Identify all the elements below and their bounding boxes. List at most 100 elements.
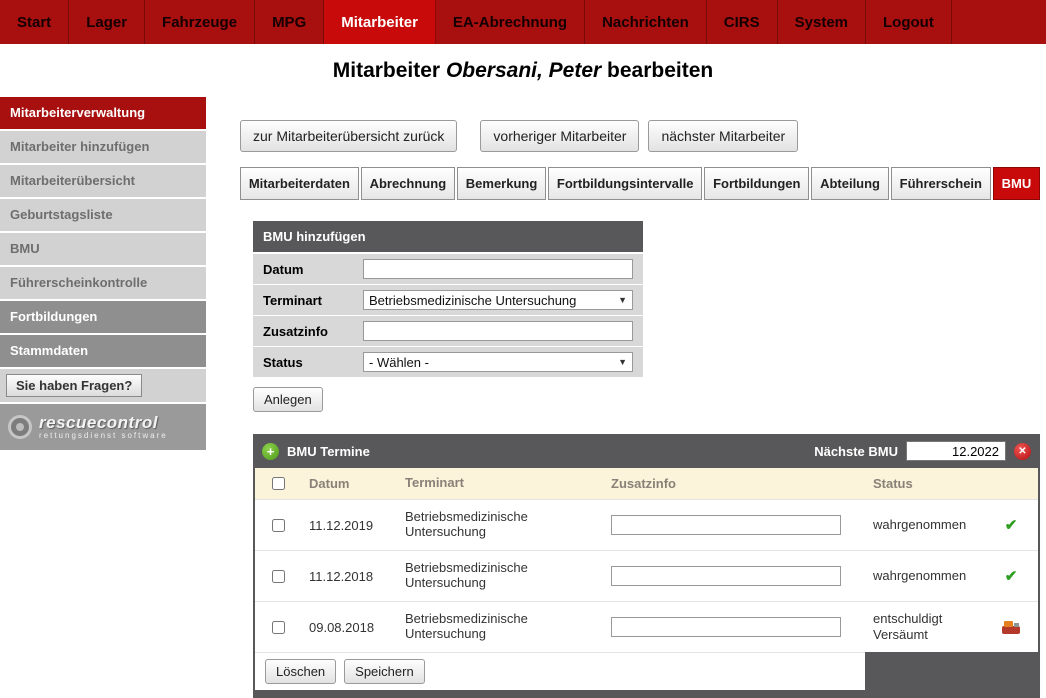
nav-item-logout[interactable]: Logout: [866, 0, 952, 44]
col-header-datum: Datum: [309, 476, 350, 491]
form-title: BMU hinzufügen: [253, 221, 643, 252]
table-footer: Löschen Speichern: [255, 652, 1038, 690]
nav-item-start[interactable]: Start: [0, 0, 70, 44]
sidebar-item-mitarbeiterverwaltung[interactable]: Mitarbeiterverwaltung: [0, 97, 206, 129]
tab-fuehrerschein[interactable]: Führerschein: [890, 167, 991, 200]
col-header-terminart: Terminart: [405, 475, 464, 491]
terminart-select[interactable]: Betriebsmedizinische Untersuchung ▼: [363, 290, 633, 310]
row-status: wahrgenommen: [873, 517, 967, 533]
row-datum: 11.12.2018: [309, 568, 374, 584]
chevron-down-icon: ▼: [618, 357, 627, 367]
page-title-prefix: Mitarbeiter: [332, 58, 446, 82]
nav-item-mitarbeiter[interactable]: Mitarbeiter: [324, 0, 436, 44]
sidebar-item-mitarbeiteruebersicht[interactable]: Mitarbeiterübersicht: [0, 165, 206, 197]
terminart-label: Terminart: [263, 292, 322, 308]
nav-item-ea-abrechnung[interactable]: EA-Abrechnung: [436, 0, 586, 44]
sidebar: Mitarbeiterverwaltung Mitarbeiter hinzuf…: [0, 97, 206, 450]
col-header-zusatzinfo: Zusatzinfo: [611, 476, 676, 491]
chevron-down-icon: ▼: [618, 295, 627, 305]
next-bmu-input[interactable]: [906, 441, 1006, 461]
zusatzinfo-input[interactable]: [363, 321, 633, 341]
status-label: Status: [263, 354, 303, 370]
help-button[interactable]: Sie haben Fragen?: [6, 374, 143, 397]
sidebar-help-strip: Sie haben Fragen?: [0, 369, 206, 402]
main-content: zur Mitarbeiterübersicht zurück vorherig…: [206, 97, 1046, 698]
terminart-selected-value: Betriebsmedizinische Untersuchung: [369, 292, 577, 308]
sidebar-item-fuehrerscheinkontrolle[interactable]: Führerscheinkontrolle: [0, 267, 206, 299]
tab-abrechnung[interactable]: Abrechnung: [360, 167, 455, 200]
tab-fortbildungen[interactable]: Fortbildungen: [704, 167, 810, 200]
select-all-checkbox[interactable]: [271, 477, 285, 490]
sidebar-item-fortbildungen[interactable]: Fortbildungen: [0, 301, 206, 333]
row-zusatzinfo-input[interactable]: [611, 566, 841, 586]
table-row: 11.12.2019 Betriebsmedizinische Untersuc…: [255, 499, 1038, 550]
row-select-checkbox[interactable]: [271, 620, 285, 634]
row-datum: 11.12.2019: [309, 517, 374, 533]
next-bmu-label: Nächste BMU: [814, 443, 898, 459]
toolbar: zur Mitarbeiterübersicht zurück vorherig…: [240, 120, 1040, 152]
sidebar-item-geburtstagsliste[interactable]: Geburtstagsliste: [0, 199, 206, 231]
check-icon[interactable]: ✔: [1005, 567, 1018, 585]
page-title: Mitarbeiter Obersani, Peter bearbeiten: [0, 44, 1046, 97]
row-select-checkbox[interactable]: [271, 518, 285, 532]
check-icon[interactable]: ✔: [1005, 516, 1018, 534]
row-zusatzinfo-input[interactable]: [611, 515, 841, 535]
tab-abteilung[interactable]: Abteilung: [811, 167, 889, 200]
speichern-button[interactable]: Speichern: [344, 659, 425, 684]
col-header-status: Status: [873, 475, 913, 491]
row-select-checkbox[interactable]: [271, 569, 285, 583]
loeschen-button[interactable]: Löschen: [265, 659, 337, 684]
sidebar-item-mitarbeiter-hinzufuegen[interactable]: Mitarbeiter hinzufügen: [0, 131, 206, 163]
nav-item-system[interactable]: System: [778, 0, 867, 44]
zusatzinfo-label: Zusatzinfo: [263, 323, 328, 339]
row-terminart: Betriebsmedizinische Untersuchung: [405, 560, 528, 590]
nav-item-cirs[interactable]: CIRS: [707, 0, 778, 44]
row-datum: 09.08.2018: [309, 619, 375, 635]
row-terminart: Betriebsmedizinische Untersuchung: [405, 509, 528, 539]
row-status: wahrgenommen: [873, 568, 967, 584]
back-to-overview-button[interactable]: zur Mitarbeiterübersicht zurück: [240, 120, 458, 152]
nav-item-mpg[interactable]: MPG: [255, 0, 325, 44]
next-employee-button[interactable]: nächster Mitarbeiter: [648, 120, 799, 152]
datum-input[interactable]: [363, 259, 633, 279]
status-selected-value: - Wählen -: [369, 354, 429, 370]
nav-item-nachrichten[interactable]: Nachrichten: [585, 0, 707, 44]
close-icon[interactable]: ✕: [1014, 442, 1031, 460]
form-row-datum: Datum: [253, 254, 643, 284]
employee-name: Obersani, Peter: [445, 58, 602, 82]
table-title: BMU Termine: [287, 443, 370, 459]
table-header: + BMU Termine Nächste BMU ✕: [255, 434, 1038, 468]
tab-mitarbeiterdaten[interactable]: Mitarbeiterdaten: [240, 167, 359, 200]
page-title-suffix: bearbeiten: [601, 58, 714, 82]
previous-employee-button[interactable]: vorheriger Mitarbeiter: [480, 120, 640, 152]
form-row-terminart: Terminart Betriebsmedizinische Untersuch…: [253, 285, 643, 315]
rescuecontrol-logo: rescuecontrol rettungsdienst software: [0, 404, 206, 450]
row-status: entschuldigt Versäumt: [873, 611, 943, 642]
tab-fortbildungsintervalle[interactable]: Fortbildungsintervalle: [548, 167, 703, 200]
add-icon[interactable]: +: [262, 442, 279, 460]
form-row-status: Status - Wählen - ▼: [253, 347, 643, 377]
row-terminart: Betriebsmedizinische Untersuchung: [405, 611, 528, 641]
nav-item-fahrzeuge[interactable]: Fahrzeuge: [145, 0, 256, 44]
tab-bemerkung[interactable]: Bemerkung: [456, 167, 547, 200]
excused-icon[interactable]: [1002, 620, 1020, 634]
tab-bmu[interactable]: BMU: [992, 167, 1041, 200]
table-row: 09.08.2018 Betriebsmedizinische Untersuc…: [255, 601, 1038, 652]
row-zusatzinfo-input[interactable]: [611, 617, 841, 637]
top-navigation: Start Lager Fahrzeuge MPG Mitarbeiter EA…: [0, 0, 1046, 44]
nav-item-lager[interactable]: Lager: [69, 0, 146, 44]
sidebar-item-stammdaten[interactable]: Stammdaten: [0, 335, 206, 367]
logo-brand-text: rescuecontrol: [39, 412, 158, 432]
status-select[interactable]: - Wählen - ▼: [363, 352, 633, 372]
logo-tagline-text: rettungsdienst software: [39, 430, 168, 440]
bmu-add-form: BMU hinzufügen Datum Terminart Betriebsm…: [253, 221, 643, 377]
sidebar-item-bmu[interactable]: BMU: [0, 233, 206, 265]
bmu-termine-table: + BMU Termine Nächste BMU ✕ Datum Termin…: [253, 434, 1040, 698]
employee-tabs: Mitarbeiterdaten Abrechnung Bemerkung Fo…: [240, 167, 1041, 200]
table-column-header: Datum Terminart Zusatzinfo Status: [255, 468, 1038, 499]
form-row-zusatzinfo: Zusatzinfo: [253, 316, 643, 346]
table-row: 11.12.2018 Betriebsmedizinische Untersuc…: [255, 550, 1038, 601]
anlegen-button[interactable]: Anlegen: [253, 387, 323, 412]
rescuecontrol-logo-icon: [8, 415, 32, 439]
datum-label: Datum: [263, 261, 304, 277]
